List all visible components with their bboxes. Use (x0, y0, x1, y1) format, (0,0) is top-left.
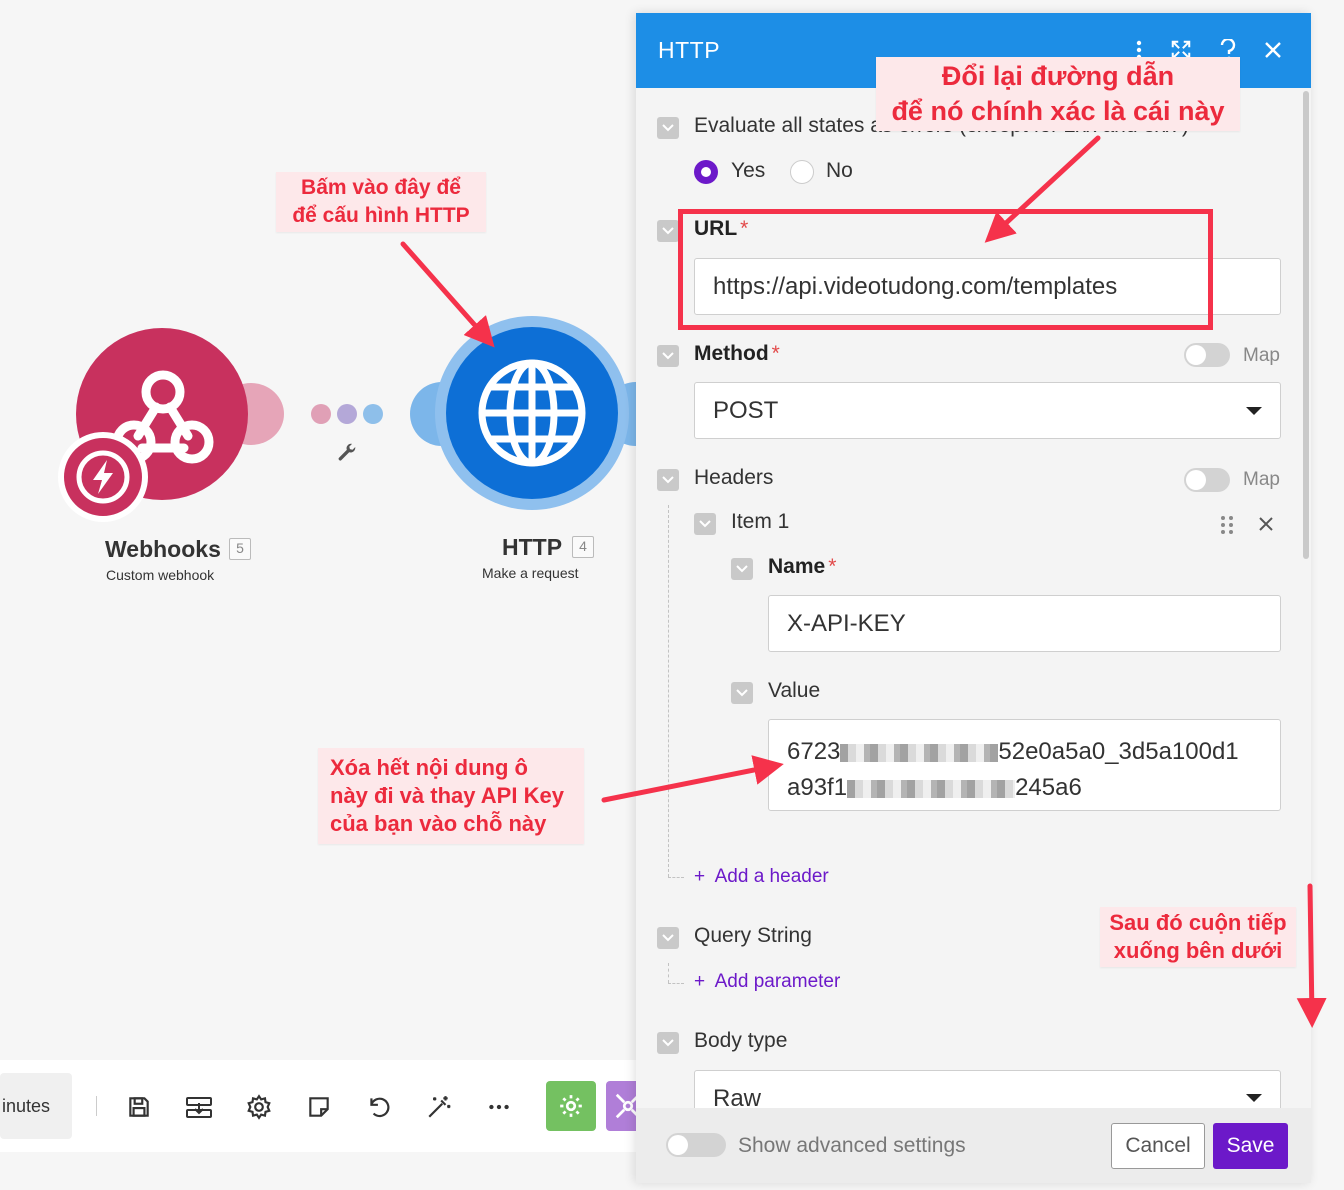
headers-map-label: Map (1243, 469, 1280, 490)
webhook-node-subtitle: Custom webhook (106, 567, 215, 583)
panel-scrollbar[interactable] (1303, 91, 1309, 559)
header-value-line-1: 6723 52e0a5a0_3d5a100d1 (787, 734, 1262, 770)
kebab-menu-icon[interactable] (1126, 37, 1152, 63)
header-name-label: Name * (768, 555, 837, 578)
chevron-down-icon (662, 227, 674, 235)
expand-icon[interactable] (1168, 37, 1194, 63)
save-icon[interactable] (120, 1088, 158, 1126)
panel-title: HTTP (658, 37, 721, 63)
chevron-down-icon (662, 124, 674, 132)
close-icon[interactable] (1260, 37, 1286, 63)
method-map-label: Map (1243, 345, 1280, 366)
headers-map-toggle[interactable] (1184, 468, 1230, 492)
evaluate-yes-radio[interactable] (694, 160, 718, 184)
query-collapse-checkbox[interactable] (657, 927, 679, 949)
callout-click-http: Bấm vào đây để để cấu hình HTTP (276, 172, 486, 232)
save-button[interactable]: Save (1213, 1123, 1288, 1169)
header-name-input[interactable]: X-API-KEY (768, 595, 1281, 652)
evaluate-no-label[interactable]: No (826, 159, 853, 183)
header-value-line-2: a93f1 245a6 (787, 770, 1262, 806)
add-parameter-label: Add parameter (714, 971, 841, 992)
panel-header (636, 13, 1311, 88)
link-dot (311, 404, 331, 424)
settings-icon[interactable] (240, 1088, 278, 1126)
value-visible-start: a93f1 (787, 774, 848, 801)
webhook-node-count: 5 (229, 538, 251, 560)
schedule-minutes-button[interactable]: inutes (0, 1073, 72, 1139)
chevron-down-icon (736, 689, 748, 697)
name-collapse-checkbox[interactable] (731, 558, 753, 580)
callout-replace-key: Xóa hết nội dung ô này đi và thay API Ke… (318, 748, 584, 844)
headers-tree-line (668, 505, 669, 877)
evaluate-label: Evaluate all states as errors (except fo… (694, 114, 1189, 137)
add-header-link[interactable]: + Add a header (694, 866, 829, 888)
body-type-label: Body type (694, 1029, 788, 1052)
evaluate-no-radio[interactable] (790, 160, 814, 184)
plus-icon: + (694, 866, 706, 887)
url-label: URL * (694, 217, 749, 240)
method-collapse-checkbox[interactable] (657, 345, 679, 367)
chevron-down-icon (662, 1039, 674, 1047)
value-visible-start: 6723 (787, 738, 841, 765)
toolbar-divider (96, 1096, 97, 1116)
http-node-subtitle: Make a request (482, 565, 579, 581)
magic-wand-icon[interactable] (420, 1088, 458, 1126)
wrench-icon[interactable] (336, 442, 358, 464)
http-module-panel: HTTP Evaluate all states as errors (exce… (636, 13, 1311, 1183)
evaluate-collapse-checkbox[interactable] (657, 117, 679, 139)
advanced-settings-toggle[interactable] (666, 1133, 726, 1157)
url-collapse-checkbox[interactable] (657, 220, 679, 242)
remove-item-icon[interactable] (1259, 517, 1273, 531)
value-visible-end: 245a6 (1015, 774, 1082, 801)
method-select-value: POST (713, 396, 779, 424)
add-header-label: Add a header (714, 866, 829, 887)
gear-button[interactable] (546, 1081, 596, 1131)
headers-collapse-checkbox[interactable] (657, 469, 679, 491)
more-icon[interactable] (480, 1088, 518, 1126)
query-tree-line (668, 963, 669, 983)
plus-icon: + (694, 971, 706, 992)
evaluate-yes-label[interactable]: Yes (731, 159, 765, 183)
method-label: Method * (694, 342, 780, 365)
lightning-icon (76, 450, 130, 504)
item1-label: Item 1 (731, 510, 790, 533)
cancel-button[interactable]: Cancel (1111, 1123, 1205, 1169)
value-visible-end: 52e0a5a0_3d5a100d1 (998, 738, 1239, 765)
http-node-title: HTTP (502, 534, 563, 560)
redacted-blur (847, 779, 1016, 798)
link-dot (363, 404, 383, 424)
method-select[interactable]: POST (694, 382, 1281, 439)
item1-collapse-checkbox[interactable] (694, 513, 716, 535)
method-map-toggle[interactable] (1184, 343, 1230, 367)
header-value-input[interactable]: 6723 52e0a5a0_3d5a100d1 a93f1 245a6 (768, 719, 1281, 811)
header-value-label: Value (768, 679, 821, 702)
query-string-label: Query String (694, 924, 812, 947)
auto-align-icon[interactable] (180, 1088, 218, 1126)
dropdown-caret-icon (1246, 407, 1262, 415)
url-input[interactable]: https://api.videotudong.com/templates (694, 258, 1281, 315)
globe-icon (478, 359, 586, 467)
gear-icon (560, 1095, 582, 1117)
body-type-collapse-checkbox[interactable] (657, 1032, 679, 1054)
webhook-node-title: Webhooks (105, 536, 221, 562)
chevron-down-icon (662, 934, 674, 942)
value-collapse-checkbox[interactable] (731, 682, 753, 704)
headers-label: Headers (694, 466, 774, 489)
link-dot (337, 404, 357, 424)
advanced-settings-label: Show advanced settings (738, 1134, 966, 1157)
chevron-down-icon (662, 476, 674, 484)
undo-icon[interactable] (360, 1088, 398, 1126)
add-parameter-link[interactable]: + Add parameter (694, 971, 840, 993)
help-icon[interactable] (1215, 37, 1241, 63)
chevron-down-icon (662, 352, 674, 360)
query-tree-line-end (668, 983, 684, 984)
http-node-count: 4 (572, 536, 594, 558)
headers-tree-line-end (668, 877, 684, 878)
chevron-down-icon (699, 520, 711, 528)
drag-handle-icon[interactable] (1220, 515, 1234, 535)
dropdown-caret-icon (1246, 1094, 1262, 1102)
chevron-down-icon (736, 565, 748, 573)
redacted-blur (840, 743, 999, 762)
notes-icon[interactable] (300, 1088, 338, 1126)
